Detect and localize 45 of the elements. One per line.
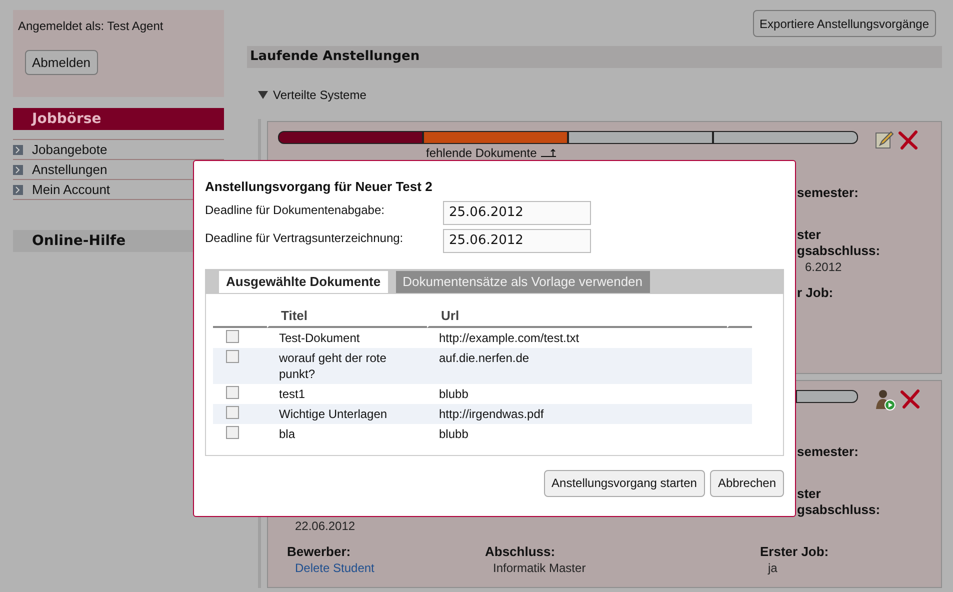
field-value: 6.2012	[804, 259, 843, 275]
field-label: r Job:	[797, 285, 834, 301]
expanded-triangle-icon[interactable]	[258, 90, 268, 100]
field-label: ster	[797, 486, 822, 502]
logout-button[interactable]: Abmelden	[25, 50, 98, 75]
field-label: Bewerber:	[287, 544, 352, 560]
section-header: Laufende Anstellungen	[247, 46, 942, 68]
date-field[interactable]: 25.06.2012	[443, 228, 591, 252]
sidebar-title: Jobbörse	[13, 108, 224, 130]
chevron-icon	[13, 184, 23, 194]
field-label: semester:	[797, 185, 860, 201]
field-label: ster	[797, 227, 822, 243]
dialog-button[interactable]: Abbrechen	[710, 470, 784, 496]
field-label: gsabschluss:	[797, 243, 882, 259]
table-cell: auf.die.nerfen.de	[427, 348, 752, 384]
chevron-icon	[13, 164, 23, 174]
user-play-icon[interactable]	[874, 389, 896, 411]
status-text: fehlende Dokumente	[426, 147, 537, 159]
field-label: semester:	[797, 444, 860, 460]
checkbox[interactable]	[226, 386, 239, 399]
field-label: gsabschluss:	[797, 502, 882, 518]
field-value: ja	[766, 560, 778, 576]
field-label: Erster Job:	[760, 544, 830, 560]
checkbox[interactable]	[226, 350, 239, 363]
sidebar-item[interactable]: Jobangebote	[13, 140, 224, 160]
dialog-button[interactable]: Anstellungsvorgang starten	[544, 470, 705, 496]
field-label: Abschluss:	[485, 544, 556, 560]
date-field[interactable]: 25.06.2012	[443, 200, 591, 224]
edit-icon[interactable]	[874, 130, 894, 150]
group-title: Verteilte Systeme	[273, 87, 366, 104]
checkbox[interactable]	[226, 426, 239, 439]
export-button[interactable]: Exportiere Anstellungsvorgänge	[752, 10, 936, 37]
checkbox[interactable]	[226, 330, 239, 343]
checkbox[interactable]	[226, 406, 239, 419]
table-cell: http://irgendwas.pdf	[427, 404, 752, 424]
delete-icon[interactable]	[898, 130, 918, 150]
arrow-icon	[540, 149, 557, 157]
field-label: Deadline für Dokumentenabgabe:	[205, 202, 386, 218]
field-value: 22.06.2012	[294, 518, 356, 534]
tab[interactable]: Ausgewählte Dokumente	[219, 270, 388, 292]
chevron-icon	[13, 144, 23, 154]
login-status: Angemeldet als: Test Agent	[18, 18, 164, 35]
table-cell: worauf geht der rote punkt?	[267, 348, 427, 384]
field-value: Informatik Master	[492, 560, 587, 576]
table-cell: Wichtige Unterlagen	[267, 404, 427, 424]
